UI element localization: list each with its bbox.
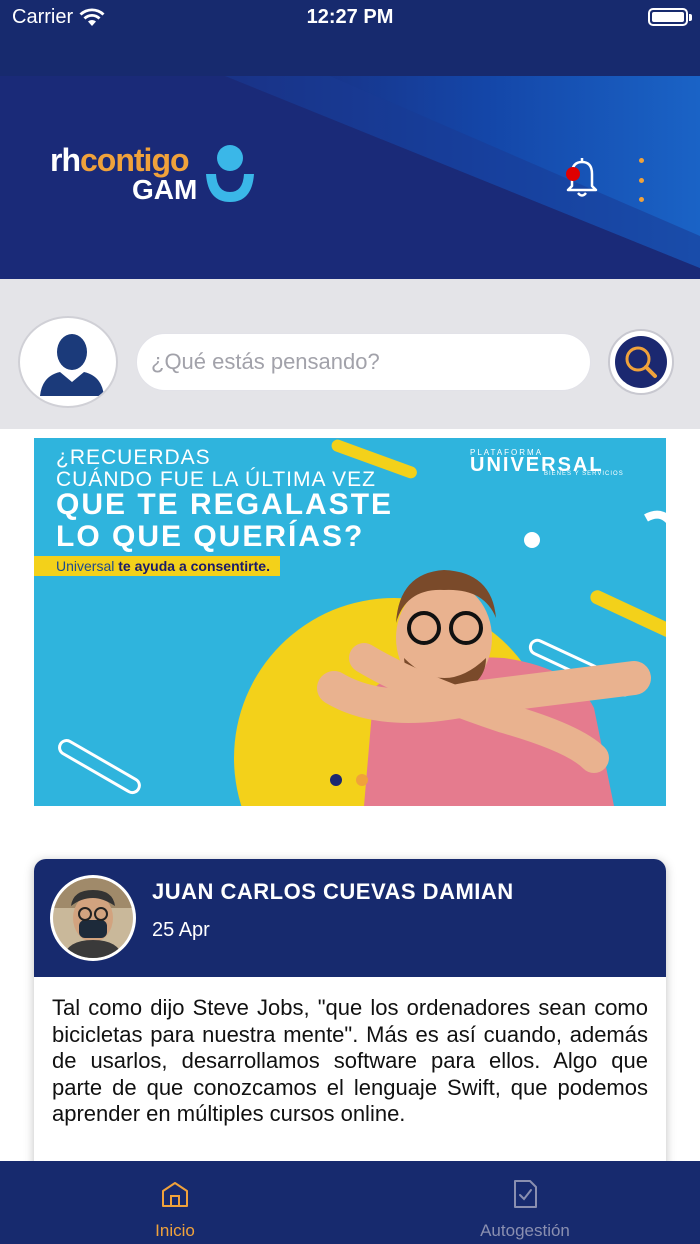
notification-dot [566,167,580,181]
user-silhouette-icon [40,334,104,396]
tab-label-autogestion: Autogestión [480,1221,570,1240]
tab-label-inicio: Inicio [155,1221,195,1240]
logo-person-icon [206,145,254,202]
promo-brand-subtitle: BIENES Y SERVICIOS [544,471,624,477]
status-bar: Carrier 12:27 PM [0,0,700,76]
app-logo: rhcontigo GAM [50,142,270,212]
carousel-indicator [330,774,368,786]
carousel-dot-active[interactable] [330,774,342,786]
post-card: JUAN CARLOS CUEVAS DAMIAN 25 Apr Tal com… [34,859,666,1179]
post-input[interactable] [136,333,591,391]
document-check-icon [514,1180,537,1208]
tab-inicio[interactable]: Inicio [0,1161,350,1244]
author-avatar[interactable] [50,875,136,961]
notifications-button[interactable] [560,154,604,200]
logo-subtext: GAM [132,174,198,205]
promo-line-1: ¿RECUERDAS [56,446,211,469]
promo-tagline: Universal te ayuda a consentirte. [34,556,280,576]
tab-bar: Inicio Autogestión [0,1161,700,1244]
post-header: JUAN CARLOS CUEVAS DAMIAN 25 Apr [34,859,666,977]
post-date: 25 Apr [152,919,210,941]
kebab-dot [638,158,644,163]
user-avatar[interactable] [18,316,118,408]
post-composer [0,279,700,429]
bell-icon [566,158,598,197]
promo-banner[interactable]: ¿RECUERDAS CUÁNDO FUE LA ÚLTIMA VEZ QUE … [34,438,666,806]
promo-headline-2: LO QUE QUERÍAS? [56,520,365,553]
status-time: 12:27 PM [306,6,394,28]
kebab-dot [638,197,644,202]
battery-icon [648,8,692,26]
search-button[interactable] [608,329,674,395]
author-photo [53,878,133,958]
post-body: Tal como dijo Steve Jobs, "que los orden… [52,995,648,1126]
carousel-dot[interactable] [356,774,368,786]
magnifier-icon [625,346,657,378]
author-name[interactable]: JUAN CARLOS CUEVAS DAMIAN [152,879,514,905]
promo-headline-1: QUE TE REGALASTE [56,488,394,521]
app-header: rhcontigo GAM [0,76,700,279]
kebab-dot [638,177,644,183]
more-menu-button[interactable] [628,156,654,204]
tab-autogestion[interactable]: Autogestión [350,1161,700,1244]
home-icon [162,1182,188,1207]
